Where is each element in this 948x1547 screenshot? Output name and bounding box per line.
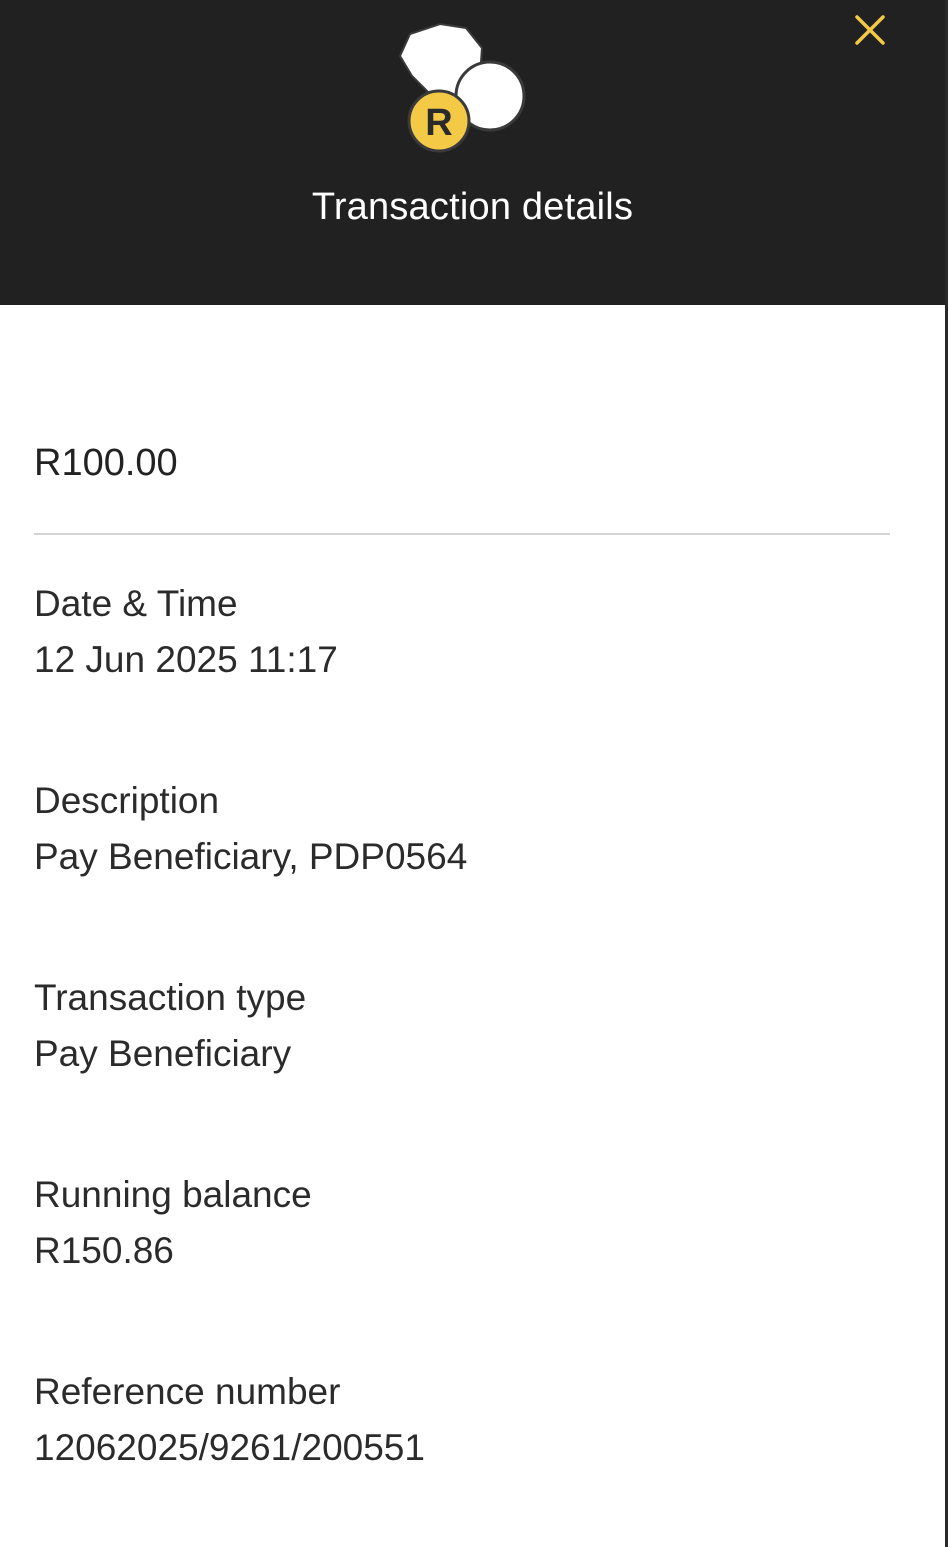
close-icon [855,15,885,45]
transaction-type-field: Transaction type Pay Beneficiary [34,976,890,1076]
date-time-label: Date & Time [34,583,238,624]
transaction-details-screen: R Transaction details R100.00 Date & Tim… [0,0,948,1547]
close-button[interactable] [848,8,892,52]
running-balance-label: Running balance [34,1174,312,1215]
date-time-field: Date & Time 12 Jun 2025 11:17 [34,582,890,682]
page-title: Transaction details [311,186,634,228]
reference-number-label: Reference number [34,1371,341,1412]
running-balance-field: Running balance R150.86 [34,1173,890,1273]
reference-number-value: 12062025/9261/200551 [34,1427,425,1468]
description-value: Pay Beneficiary, PDP0564 [34,836,468,877]
divider [34,533,890,535]
date-time-value: 12 Jun 2025 11:17 [34,639,338,680]
description-field: Description Pay Beneficiary, PDP0564 [34,779,890,879]
header: R Transaction details [0,0,945,305]
reference-number-field: Reference number 12062025/9261/200551 [34,1370,890,1470]
transaction-type-label: Transaction type [34,977,307,1018]
transaction-amount: R100.00 [34,442,178,484]
coins-rand-icon: R [398,22,526,153]
running-balance-value: R150.86 [34,1230,174,1271]
transaction-type-value: Pay Beneficiary [34,1033,292,1074]
logo-letter: R [425,102,452,144]
description-label: Description [34,780,220,821]
